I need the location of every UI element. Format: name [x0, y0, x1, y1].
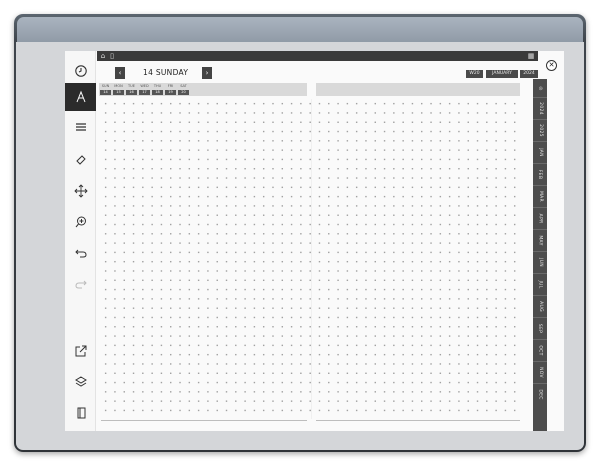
device-top-band: [17, 17, 583, 43]
lines-icon[interactable]: [65, 113, 96, 141]
day-number-button[interactable]: 14: [100, 90, 111, 95]
grid-icon[interactable]: ▦: [527, 52, 535, 60]
pen-icon[interactable]: [65, 83, 96, 111]
screen: ⌂ ▯ ▦ ‹ 14 SUNDAY › W20 JANUARY 2024 ✕ S…: [65, 51, 564, 431]
toolbar: [65, 51, 96, 431]
day-number-button[interactable]: 17: [139, 90, 150, 95]
weekday-label: FRI: [167, 84, 174, 88]
day-number-button[interactable]: 15: [113, 90, 124, 95]
tab-year-2024[interactable]: 2024: [533, 97, 547, 119]
week-bar: SUN MON TUE WED THU FRI SAT 14 15 16 17 …: [99, 83, 307, 96]
tab-month-oct[interactable]: OCT: [533, 339, 547, 361]
notes-header-bar: [316, 83, 520, 96]
tab-home[interactable]: ◎: [533, 79, 547, 97]
weekday-label: MON: [114, 84, 123, 88]
eraser-icon[interactable]: [65, 145, 96, 173]
tab-month-may[interactable]: MAY: [533, 229, 547, 251]
day-number-button[interactable]: 18: [152, 90, 163, 95]
tab-month-jan[interactable]: JAN: [533, 141, 547, 163]
share-icon[interactable]: [65, 337, 96, 365]
home-icon[interactable]: ⌂: [99, 52, 107, 60]
tab-month-sep[interactable]: SEP: [533, 317, 547, 339]
day-number-button[interactable]: 19: [165, 90, 176, 95]
top-strip: ⌂ ▯ ▦: [97, 51, 538, 61]
zoom-icon[interactable]: [65, 208, 96, 236]
document-icon[interactable]: ▯: [108, 52, 116, 60]
tab-month-aug[interactable]: AUG: [533, 295, 547, 317]
tab-month-nov[interactable]: NOV: [533, 361, 547, 383]
day-number-button[interactable]: 20: [178, 90, 189, 95]
bottom-line-left: [101, 420, 307, 421]
weekday-label: THU: [153, 84, 162, 88]
layers-icon[interactable]: [65, 368, 96, 396]
page-divider: [311, 99, 312, 419]
year-button[interactable]: 2024: [520, 70, 538, 78]
month-button[interactable]: JANUARY: [486, 70, 518, 78]
weekday-label: TUE: [128, 84, 135, 88]
tab-month-feb[interactable]: FEB: [533, 163, 547, 185]
tab-month-mar[interactable]: MAR: [533, 185, 547, 207]
circle-icon: ◎: [537, 85, 543, 91]
next-day-button[interactable]: ›: [202, 67, 212, 79]
bottom-line-right: [316, 420, 520, 421]
move-icon[interactable]: [65, 177, 96, 205]
tab-month-jun[interactable]: JUN: [533, 251, 547, 273]
redo-icon[interactable]: [65, 270, 96, 298]
prev-day-button[interactable]: ‹: [115, 67, 125, 79]
undo-icon[interactable]: [65, 239, 96, 267]
date-title: 14 SUNDAY: [143, 68, 189, 77]
weekday-label: SAT: [180, 84, 187, 88]
weekday-label: SUN: [101, 84, 110, 88]
tab-month-dec[interactable]: DEC: [533, 383, 547, 405]
page-icon[interactable]: [65, 399, 96, 427]
tab-month-apr[interactable]: APR: [533, 207, 547, 229]
weekday-label: WED: [140, 84, 149, 88]
timer-icon[interactable]: [65, 57, 96, 85]
tab-year-2025[interactable]: 2025: [533, 119, 547, 141]
side-tabs: ◎ 2024 2025 JAN FEB MAR APR MAY JUN JUL …: [533, 79, 547, 431]
close-button[interactable]: ✕: [546, 60, 557, 71]
tab-month-jul[interactable]: JUL: [533, 273, 547, 295]
day-number-button[interactable]: 16: [126, 90, 137, 95]
week-button[interactable]: W20: [466, 70, 483, 78]
